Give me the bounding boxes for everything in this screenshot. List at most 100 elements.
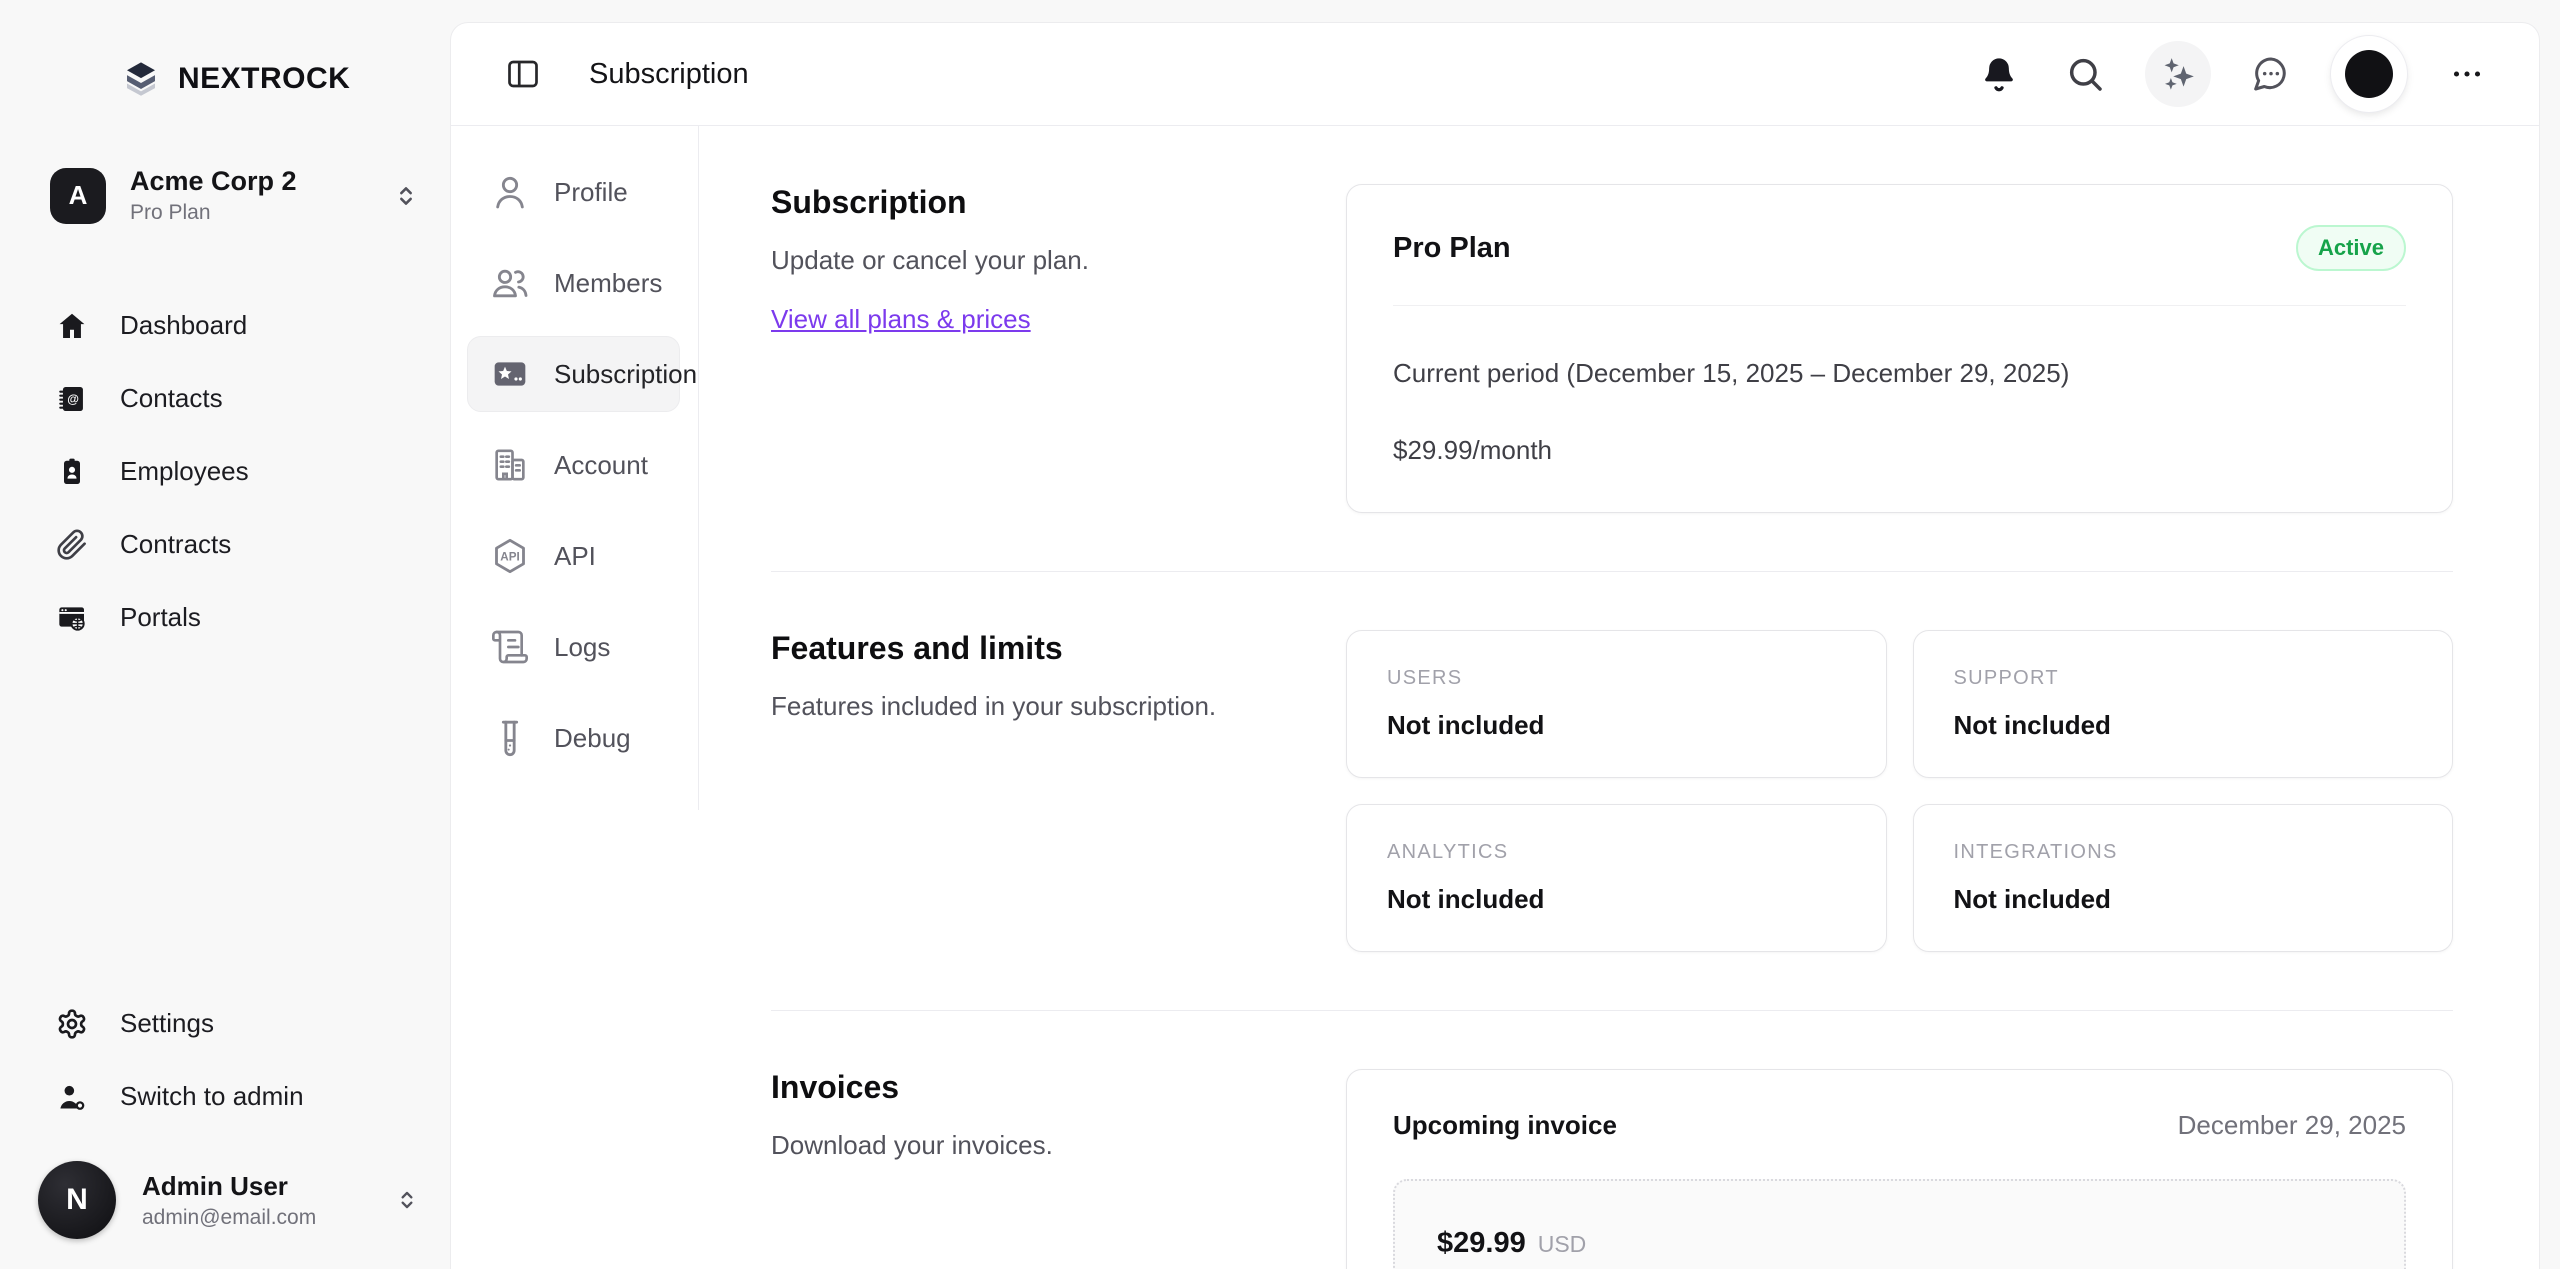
paperclip-icon bbox=[56, 529, 88, 561]
features-section: Features and limits Features included in… bbox=[771, 630, 2453, 952]
tab-label: API bbox=[554, 541, 596, 572]
svg-text:@: @ bbox=[67, 392, 79, 406]
invoice-date: December 29, 2025 bbox=[2178, 1110, 2406, 1141]
upcoming-invoice-card: Upcoming invoice December 29, 2025 $29.9… bbox=[1346, 1069, 2453, 1269]
feature-grid: USERS Not included SUPPORT Not included … bbox=[1346, 630, 2453, 952]
plan-price: $29.99/month bbox=[1393, 435, 2406, 466]
sidebar-item-switch-to-admin[interactable]: Switch to admin bbox=[46, 1060, 426, 1133]
tab-members[interactable]: Members bbox=[467, 245, 680, 321]
brand-logo-icon bbox=[120, 58, 162, 100]
section-subtitle: Update or cancel your plan. bbox=[771, 245, 1346, 276]
user-icon bbox=[490, 172, 530, 212]
tab-label: Account bbox=[554, 450, 648, 481]
api-hexagon-icon: API bbox=[490, 536, 530, 576]
feature-label: USERS bbox=[1387, 667, 1846, 690]
chevrons-up-down-icon bbox=[394, 1187, 420, 1213]
status-badge: Active bbox=[2296, 225, 2406, 271]
section-title: Features and limits bbox=[771, 630, 1346, 667]
workspace-switcher[interactable]: A Acme Corp 2 Pro Plan bbox=[50, 166, 420, 225]
plan-name: Pro Plan bbox=[1393, 232, 1511, 265]
sidebar-item-label: Employees bbox=[120, 456, 249, 487]
feature-label: SUPPORT bbox=[1954, 667, 2413, 690]
tab-label: Subscription bbox=[554, 359, 697, 390]
feature-card-users: USERS Not included bbox=[1346, 630, 1887, 778]
feature-card-support: SUPPORT Not included bbox=[1913, 630, 2454, 778]
sparkles-icon bbox=[2159, 55, 2197, 93]
notifications-button[interactable] bbox=[1973, 48, 2025, 100]
svg-text:API: API bbox=[500, 551, 519, 564]
bell-icon bbox=[1979, 54, 2019, 94]
primary-nav: Dashboard @ Contacts Employe bbox=[46, 289, 426, 654]
section-subtitle: Features included in your subscription. bbox=[771, 691, 1346, 722]
view-plans-link[interactable]: View all plans & prices bbox=[771, 304, 1031, 335]
chat-bubble-icon bbox=[2251, 54, 2291, 94]
tab-account[interactable]: Account bbox=[467, 427, 680, 503]
users-icon bbox=[490, 263, 530, 303]
tab-label: Profile bbox=[554, 177, 628, 208]
main-panel: Subscription bbox=[450, 22, 2540, 1269]
plan-period: Current period (December 15, 2025 – Dece… bbox=[1393, 358, 2406, 389]
gear-icon bbox=[56, 1008, 88, 1040]
feature-card-analytics: ANALYTICS Not included bbox=[1346, 804, 1887, 952]
chevrons-up-down-icon bbox=[392, 182, 420, 210]
sidebar-item-settings[interactable]: Settings bbox=[46, 987, 426, 1060]
ellipsis-icon bbox=[2449, 56, 2485, 92]
panel-left-icon bbox=[505, 56, 541, 92]
section-title: Subscription bbox=[771, 184, 1346, 221]
tab-api[interactable]: API API bbox=[467, 518, 680, 594]
plan-divider bbox=[1393, 305, 2406, 306]
sidebar-footer-nav: Settings Switch to admin bbox=[46, 987, 426, 1133]
chat-button[interactable] bbox=[2245, 48, 2297, 100]
sidebar-item-label: Settings bbox=[120, 1008, 214, 1039]
content: Subscription Update or cancel your plan.… bbox=[699, 126, 2539, 1269]
user-email: admin@email.com bbox=[142, 1206, 316, 1230]
star-card-icon bbox=[490, 354, 530, 394]
id-badge-icon bbox=[56, 456, 88, 488]
user-menu[interactable]: N Admin User admin@email.com bbox=[38, 1161, 420, 1239]
sidebar-item-portals[interactable]: Portals bbox=[46, 581, 426, 654]
sidebar-toggle-button[interactable] bbox=[497, 48, 549, 100]
plan-card: Pro Plan Active Current period (December… bbox=[1346, 184, 2453, 513]
tab-debug[interactable]: Debug bbox=[467, 700, 680, 776]
sidebar-item-contracts[interactable]: Contracts bbox=[46, 508, 426, 581]
address-book-icon: @ bbox=[56, 383, 88, 415]
sidebar-item-label: Dashboard bbox=[120, 310, 247, 341]
invoice-label: Upcoming invoice bbox=[1393, 1110, 1617, 1141]
invoice-currency: USD bbox=[1538, 1231, 1587, 1258]
search-button[interactable] bbox=[2059, 48, 2111, 100]
invoice-amount: $29.99 bbox=[1437, 1227, 1526, 1260]
scroll-icon bbox=[490, 627, 530, 667]
user-name: Admin User bbox=[142, 1171, 316, 1202]
sidebar-item-label: Portals bbox=[120, 602, 201, 633]
tab-label: Logs bbox=[554, 632, 610, 663]
workspace-avatar: A bbox=[50, 168, 106, 224]
building-icon bbox=[490, 445, 530, 485]
invoices-section: Invoices Download your invoices. Upcomin… bbox=[771, 1069, 2453, 1269]
feature-label: INTEGRATIONS bbox=[1954, 841, 2413, 864]
brand-name: NEXTROCK bbox=[178, 62, 350, 96]
section-divider bbox=[771, 571, 2453, 572]
ai-assistant-button[interactable] bbox=[2145, 41, 2211, 107]
test-tube-icon bbox=[490, 718, 530, 758]
feature-label: ANALYTICS bbox=[1387, 841, 1846, 864]
tab-logs[interactable]: Logs bbox=[467, 609, 680, 685]
topbar: Subscription bbox=[451, 23, 2539, 126]
sidebar-item-label: Contacts bbox=[120, 383, 223, 414]
more-options-button[interactable] bbox=[2441, 48, 2493, 100]
tab-label: Debug bbox=[554, 723, 631, 754]
page-title: Subscription bbox=[589, 58, 749, 91]
section-divider bbox=[771, 1010, 2453, 1011]
account-avatar-button[interactable] bbox=[2331, 36, 2407, 112]
tab-profile[interactable]: Profile bbox=[467, 154, 680, 230]
sidebar-item-contacts[interactable]: @ Contacts bbox=[46, 362, 426, 435]
sidebar-item-label: Switch to admin bbox=[120, 1081, 304, 1112]
sidebar-item-dashboard[interactable]: Dashboard bbox=[46, 289, 426, 362]
workspace-plan: Pro Plan bbox=[130, 201, 297, 225]
sidebar-item-label: Contracts bbox=[120, 529, 231, 560]
tab-subscription[interactable]: Subscription bbox=[467, 336, 680, 412]
sidebar: NEXTROCK A Acme Corp 2 Pro Plan Dashboar… bbox=[0, 0, 450, 1269]
user-avatar: N bbox=[38, 1161, 116, 1239]
sidebar-item-employees[interactable]: Employees bbox=[46, 435, 426, 508]
subscription-section: Subscription Update or cancel your plan.… bbox=[771, 184, 2453, 513]
tab-label: Members bbox=[554, 268, 662, 299]
